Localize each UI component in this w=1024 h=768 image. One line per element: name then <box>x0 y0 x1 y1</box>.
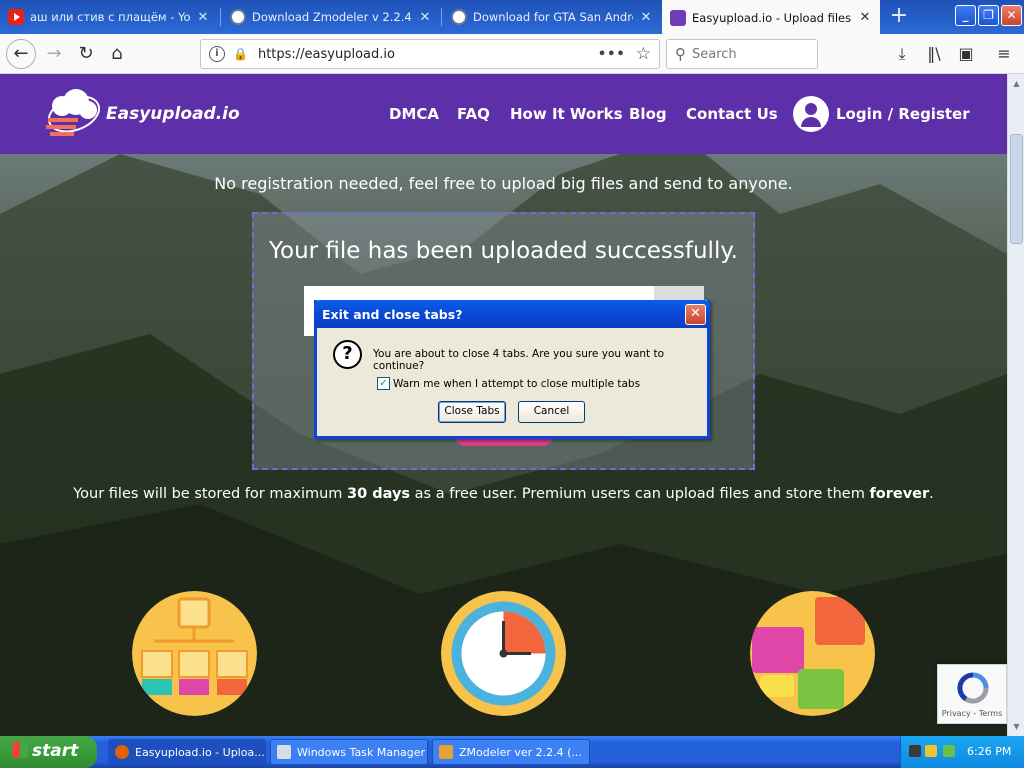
tab-zmodeler[interactable]: Download Zmodeler v 2.2.4 + ad ✕ <box>222 0 440 34</box>
dialog-message: You are about to close 4 tabs. Are you s… <box>373 348 665 372</box>
taskbar-item-label: ZModeler ver 2.2.4 (... <box>459 746 582 759</box>
start-label: start <box>32 741 79 761</box>
bookmark-star-icon[interactable]: ☆ <box>636 44 651 64</box>
nav-contact-us[interactable]: Contact Us <box>686 105 778 123</box>
url-text[interactable]: https://easyupload.io <box>258 47 598 62</box>
shield-icon[interactable] <box>925 745 937 757</box>
task-manager-icon <box>277 745 291 759</box>
home-button[interactable]: ⌂ <box>103 40 131 68</box>
tab-separator <box>441 8 442 26</box>
globe-icon <box>451 9 467 25</box>
dialog-title-text: Exit and close tabs? <box>322 307 463 322</box>
tab-title: Easyupload.io - Upload files for fr <box>692 10 852 25</box>
minimize-button[interactable]: _ <box>955 5 976 26</box>
cancel-button[interactable]: Cancel <box>518 401 585 423</box>
taskbar-item-task-manager[interactable]: Windows Task Manager <box>270 739 428 765</box>
taskbar-item-firefox[interactable]: Easyupload.io - Uploa... <box>108 739 266 765</box>
recaptcha-icon <box>957 672 989 704</box>
navigation-toolbar: ← → ↻ ⌂ i 🔒 https://easyupload.io ••• ☆ … <box>0 34 1024 74</box>
globe-icon <box>230 9 246 25</box>
recaptcha-badge[interactable]: Privacy - Terms <box>937 664 1007 724</box>
dialog-close-button[interactable]: ✕ <box>685 304 706 325</box>
storage-text: as a free user. Premium users can upload… <box>410 486 870 502</box>
recaptcha-links[interactable]: Privacy - Terms <box>938 709 1006 718</box>
search-icon: ⚲ <box>675 45 686 63</box>
scroll-down-icon[interactable]: ▼ <box>1009 719 1024 734</box>
logo-text[interactable]: Easyupload.io <box>106 104 240 124</box>
nav-faq[interactable]: FAQ <box>457 105 490 123</box>
search-input[interactable]: ⚲ Search <box>666 39 818 69</box>
close-tabs-dialog: Exit and close tabs? ✕ ? You are about t… <box>314 300 710 439</box>
taskbar-item-label: Windows Task Manager <box>297 746 426 759</box>
tab-separator <box>220 8 221 26</box>
taskbar: start Easyupload.io - Uploa... Windows T… <box>0 736 1024 768</box>
login-register-link[interactable]: Login / Register <box>836 105 970 123</box>
close-window-button[interactable]: ✕ <box>1001 5 1022 26</box>
tab-gta[interactable]: Download for GTA San Andreas ✕ <box>443 0 661 34</box>
vertical-scrollbar[interactable]: ▲ ▼ <box>1007 74 1024 736</box>
windows-flag-icon <box>12 742 28 758</box>
storage-forever: forever <box>869 486 930 502</box>
tab-youtube[interactable]: аш или стив с плащём - YouTube ✕ <box>0 0 218 34</box>
close-tabs-button[interactable]: Close Tabs <box>438 401 506 423</box>
taskbar-item-label: Easyupload.io - Uploa... <box>135 746 265 759</box>
youtube-icon <box>8 9 24 25</box>
user-icon[interactable] <box>793 96 829 132</box>
dialog-title[interactable]: Exit and close tabs? ✕ <box>314 300 710 328</box>
scrollbar-thumb[interactable] <box>1010 134 1023 244</box>
easyupload-logo[interactable] <box>40 86 104 144</box>
firefox-icon <box>115 745 129 759</box>
system-tray: 6:26 PM <box>900 736 1024 768</box>
clock-icon <box>441 591 566 716</box>
back-button[interactable]: ← <box>6 39 36 69</box>
storage-days: 30 days <box>347 486 411 502</box>
menu-icon[interactable]: ≡ <box>990 40 1018 68</box>
new-tab-button[interactable]: + <box>885 4 913 30</box>
keyboard-icon[interactable] <box>909 745 921 757</box>
lock-icon[interactable]: 🔒 <box>233 47 248 61</box>
maximize-button[interactable]: ❐ <box>978 5 999 26</box>
storage-info: Your files will be stored for maximum 30… <box>0 486 1007 502</box>
nav-blog[interactable]: Blog <box>629 105 667 123</box>
site-header: Easyupload.io DMCA FAQ How It Works Blog… <box>0 74 1007 154</box>
network-icon[interactable] <box>943 745 955 757</box>
zmodeler-icon <box>439 745 453 759</box>
puzzle-icon <box>750 591 875 716</box>
forward-button[interactable]: → <box>40 40 68 68</box>
nav-how-it-works[interactable]: How It Works <box>510 105 623 123</box>
close-tab-icon[interactable]: ✕ <box>196 10 210 25</box>
tab-title: Download for GTA San Andreas <box>473 10 633 24</box>
start-button[interactable]: start <box>0 736 97 768</box>
search-placeholder: Search <box>692 46 737 62</box>
close-tab-icon[interactable]: ✕ <box>639 10 653 25</box>
page-actions-icon[interactable]: ••• <box>598 47 626 62</box>
tagline: No registration needed, feel free to upl… <box>214 174 793 193</box>
question-icon: ? <box>333 340 362 369</box>
reload-button[interactable]: ↻ <box>72 40 100 68</box>
scroll-up-icon[interactable]: ▲ <box>1009 76 1024 91</box>
warn-checkbox-label[interactable]: Warn me when I attempt to close multiple… <box>393 378 640 390</box>
info-icon[interactable]: i <box>209 46 225 62</box>
tab-title: Download Zmodeler v 2.2.4 + ad <box>252 10 412 24</box>
upload-success-message: Your file has been uploaded successfully… <box>269 238 738 264</box>
tab-easyupload[interactable]: Easyupload.io - Upload files for fr ✕ <box>662 0 880 35</box>
download-icon[interactable]: ⤓ <box>888 40 916 68</box>
close-tab-icon[interactable]: ✕ <box>858 10 872 25</box>
storage-text: . <box>929 486 934 502</box>
sidebar-icon[interactable]: ▣ <box>952 40 980 68</box>
file-management-icon <box>132 591 257 716</box>
close-tab-icon[interactable]: ✕ <box>418 10 432 25</box>
library-icon[interactable]: ‖\ <box>920 40 948 68</box>
warn-checkbox[interactable]: ✓ <box>377 377 390 390</box>
url-bar[interactable]: i 🔒 https://easyupload.io ••• ☆ <box>200 39 660 69</box>
easyupload-icon <box>670 9 686 26</box>
nav-dmca[interactable]: DMCA <box>389 105 439 123</box>
storage-text: Your files will be stored for maximum <box>73 486 348 502</box>
clock: 6:26 PM <box>967 745 1012 758</box>
tab-title: аш или стив с плащём - YouTube <box>30 10 190 24</box>
taskbar-item-zmodeler[interactable]: ZModeler ver 2.2.4 (... <box>432 739 590 765</box>
tab-strip: аш или стив с плащём - YouTube ✕ Downloa… <box>0 0 1024 35</box>
